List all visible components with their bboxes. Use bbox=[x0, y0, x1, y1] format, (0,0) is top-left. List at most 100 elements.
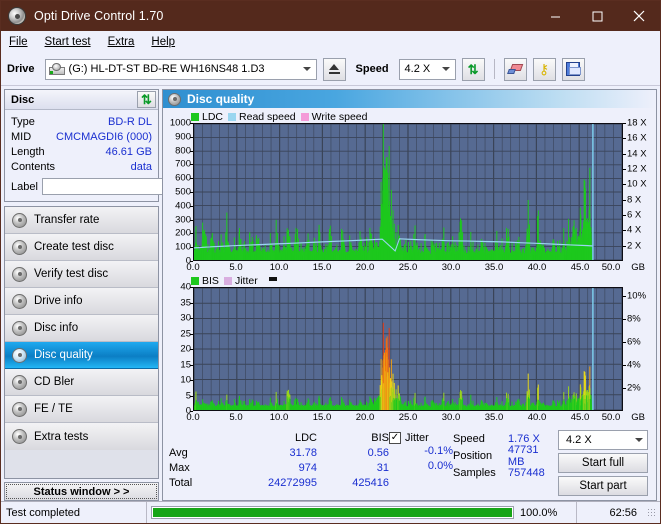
axis-tick-label: 200 bbox=[175, 227, 191, 239]
sidebar-item-transfer-rate[interactable]: Transfer rate bbox=[5, 207, 158, 234]
jitter-checkbox[interactable]: ✓ bbox=[389, 431, 401, 444]
menu-extra-label: Extra bbox=[107, 36, 135, 48]
speed-key: Speed bbox=[453, 432, 485, 445]
disc-row-contents: Contents data bbox=[11, 159, 152, 174]
stats-header-ldc: LDC bbox=[294, 431, 317, 444]
table-row: Max 974 31 bbox=[169, 460, 389, 475]
legend-label-jitter: Jitter bbox=[234, 274, 258, 287]
window-title: Opti Drive Control 1.70 bbox=[34, 9, 164, 23]
sidebar-item-drive-info[interactable]: Drive info bbox=[5, 288, 158, 315]
position-row: Position 47731 MB bbox=[453, 444, 558, 468]
drive-select[interactable]: (G:) HL-DT-ST BD-RE WH16NS48 1.D3 bbox=[44, 58, 317, 80]
axis-tick-label: 14 X bbox=[627, 148, 647, 160]
disc-type-value: BD-R DL bbox=[107, 115, 152, 128]
drive-toolbar: Drive (G:) HL-DT-ST BD-RE WH16NS48 1.D3 … bbox=[1, 53, 660, 86]
sidebar-item-label: CD Bler bbox=[34, 376, 75, 388]
ldc-chart: 0 100 200 300 400 500 600 700 800 900 1000 2 X4 X6… bbox=[166, 118, 653, 267]
chevron-down-icon bbox=[438, 60, 455, 79]
drive-select-value: (G:) HL-DT-ST BD-RE WH16NS48 1.D3 bbox=[68, 63, 265, 75]
sidebar-item-cd-bler[interactable]: CD Bler bbox=[5, 369, 158, 396]
axis-unit-label: GB bbox=[631, 412, 645, 423]
test-speed-value: 4.2 X bbox=[566, 434, 592, 446]
axis-tick-label: 35.0 bbox=[484, 262, 504, 273]
axis-tick-label: 800 bbox=[175, 145, 191, 157]
axis-unit-label: GB bbox=[631, 262, 645, 273]
sidebar-item-label: Disc quality bbox=[34, 349, 93, 361]
sidebar-item-extra-tests[interactable]: Extra tests bbox=[5, 423, 158, 450]
menu-help[interactable]: Help bbox=[151, 36, 175, 48]
axis-tick-label: 25.0 bbox=[398, 262, 418, 273]
tools-button[interactable]: ⚷ bbox=[532, 57, 556, 81]
sidebar-item-fe-te[interactable]: FE / TE bbox=[5, 396, 158, 423]
sidebar: Disc ⇅ Type BD-R DL MID CMCMAGDI6 (000) bbox=[4, 89, 244, 501]
start-part-button[interactable]: Start part bbox=[558, 476, 648, 496]
legend-label-read-speed: Read speed bbox=[239, 110, 296, 123]
sidebar-item-label: Transfer rate bbox=[34, 214, 100, 226]
sidebar-item-label: Extra tests bbox=[34, 430, 89, 443]
minimize-button[interactable] bbox=[534, 1, 576, 31]
eject-button[interactable] bbox=[322, 57, 346, 81]
stats-row-label: Total bbox=[169, 476, 193, 489]
close-button[interactable] bbox=[618, 1, 660, 31]
bis-chart-plot bbox=[193, 287, 623, 411]
erase-button[interactable] bbox=[503, 57, 527, 81]
stats-avg-bis: 0.56 bbox=[367, 446, 389, 459]
save-button[interactable] bbox=[561, 57, 585, 81]
progress-bar bbox=[151, 506, 514, 519]
jitter-label: Jitter bbox=[405, 431, 429, 444]
disc-row-type: Type BD-R DL bbox=[11, 114, 152, 129]
axis-tick-label: 10% bbox=[627, 290, 647, 302]
axis-tick-label: 5.0 bbox=[229, 412, 243, 423]
charts-container: LDC Read speed Write speed 0 100 200 300 400… bbox=[163, 108, 656, 428]
resize-grip[interactable] bbox=[647, 507, 657, 518]
axis-tick-label: 4% bbox=[627, 359, 641, 371]
axis-tick-label: 35.0 bbox=[484, 412, 504, 423]
disc-icon bbox=[12, 401, 27, 417]
menu-start-test[interactable]: Start test bbox=[45, 36, 91, 48]
sidebar-item-disc-info[interactable]: Disc info bbox=[5, 315, 158, 342]
start-full-button[interactable]: Start full bbox=[558, 453, 648, 473]
menu-file[interactable]: File bbox=[9, 36, 28, 48]
disc-refresh-button[interactable]: ⇅ bbox=[137, 91, 156, 108]
axis-tick bbox=[623, 123, 626, 124]
chevron-down-icon bbox=[299, 60, 316, 79]
test-speed-select[interactable]: 4.2 X bbox=[558, 430, 648, 450]
disc-panel-title: Disc bbox=[11, 93, 35, 106]
samples-row: Samples 757448 bbox=[453, 464, 558, 481]
maximize-button[interactable] bbox=[576, 1, 618, 31]
status-window-button[interactable]: Status window > > bbox=[4, 482, 159, 501]
table-row: Total 24272995 425416 bbox=[169, 475, 389, 490]
axis-tick-label: 4 X bbox=[627, 224, 642, 236]
sidebar-item-verify-test-disc[interactable]: Verify test disc bbox=[5, 261, 158, 288]
samples-value: 757448 bbox=[508, 466, 545, 479]
disc-label-row: Label bbox=[11, 177, 244, 196]
axis-tick-label: 45.0 bbox=[570, 412, 590, 423]
jitter-checkbox-row[interactable]: ✓ Jitter bbox=[389, 430, 453, 445]
disc-info-panel: Disc ⇅ Type BD-R DL MID CMCMAGDI6 (000) bbox=[4, 89, 244, 202]
axis-tick-label: 8% bbox=[627, 313, 641, 325]
test-nav-list: Transfer rate Create test disc Verify te… bbox=[4, 206, 159, 451]
refresh-button[interactable]: ⇅ bbox=[461, 57, 485, 81]
axis-tick-label: 8 X bbox=[627, 194, 642, 206]
scale-marker-icon bbox=[268, 276, 277, 281]
status-bar: Test completed 100.0% 62:56 bbox=[1, 501, 660, 523]
axis-tick-label: 300 bbox=[175, 214, 191, 226]
speed-select[interactable]: 4.2 X bbox=[398, 58, 456, 80]
legend-swatch-jitter bbox=[223, 276, 232, 285]
keys-icon: ⚷ bbox=[538, 61, 550, 77]
sidebar-item-create-test-disc[interactable]: Create test disc bbox=[5, 234, 158, 261]
position-key: Position bbox=[453, 449, 493, 462]
ldc-chart-svg bbox=[194, 124, 622, 260]
axis-tick bbox=[623, 365, 626, 367]
stats-header-row: LDC BIS bbox=[169, 430, 389, 445]
legend-swatch-read-speed bbox=[228, 112, 237, 121]
status-message: Test completed bbox=[1, 502, 147, 523]
menu-extra[interactable]: Extra bbox=[108, 36, 135, 48]
legend-label-bis: BIS bbox=[202, 274, 219, 287]
title-bar: Opti Drive Control 1.70 bbox=[1, 1, 660, 31]
legend-item-jitter: Jitter bbox=[223, 274, 258, 287]
axis-tick-label: 10 X bbox=[627, 178, 647, 190]
eraser-icon bbox=[506, 63, 523, 75]
sidebar-item-disc-quality[interactable]: Disc quality bbox=[5, 342, 158, 369]
disc-type-key: Type bbox=[11, 115, 35, 128]
